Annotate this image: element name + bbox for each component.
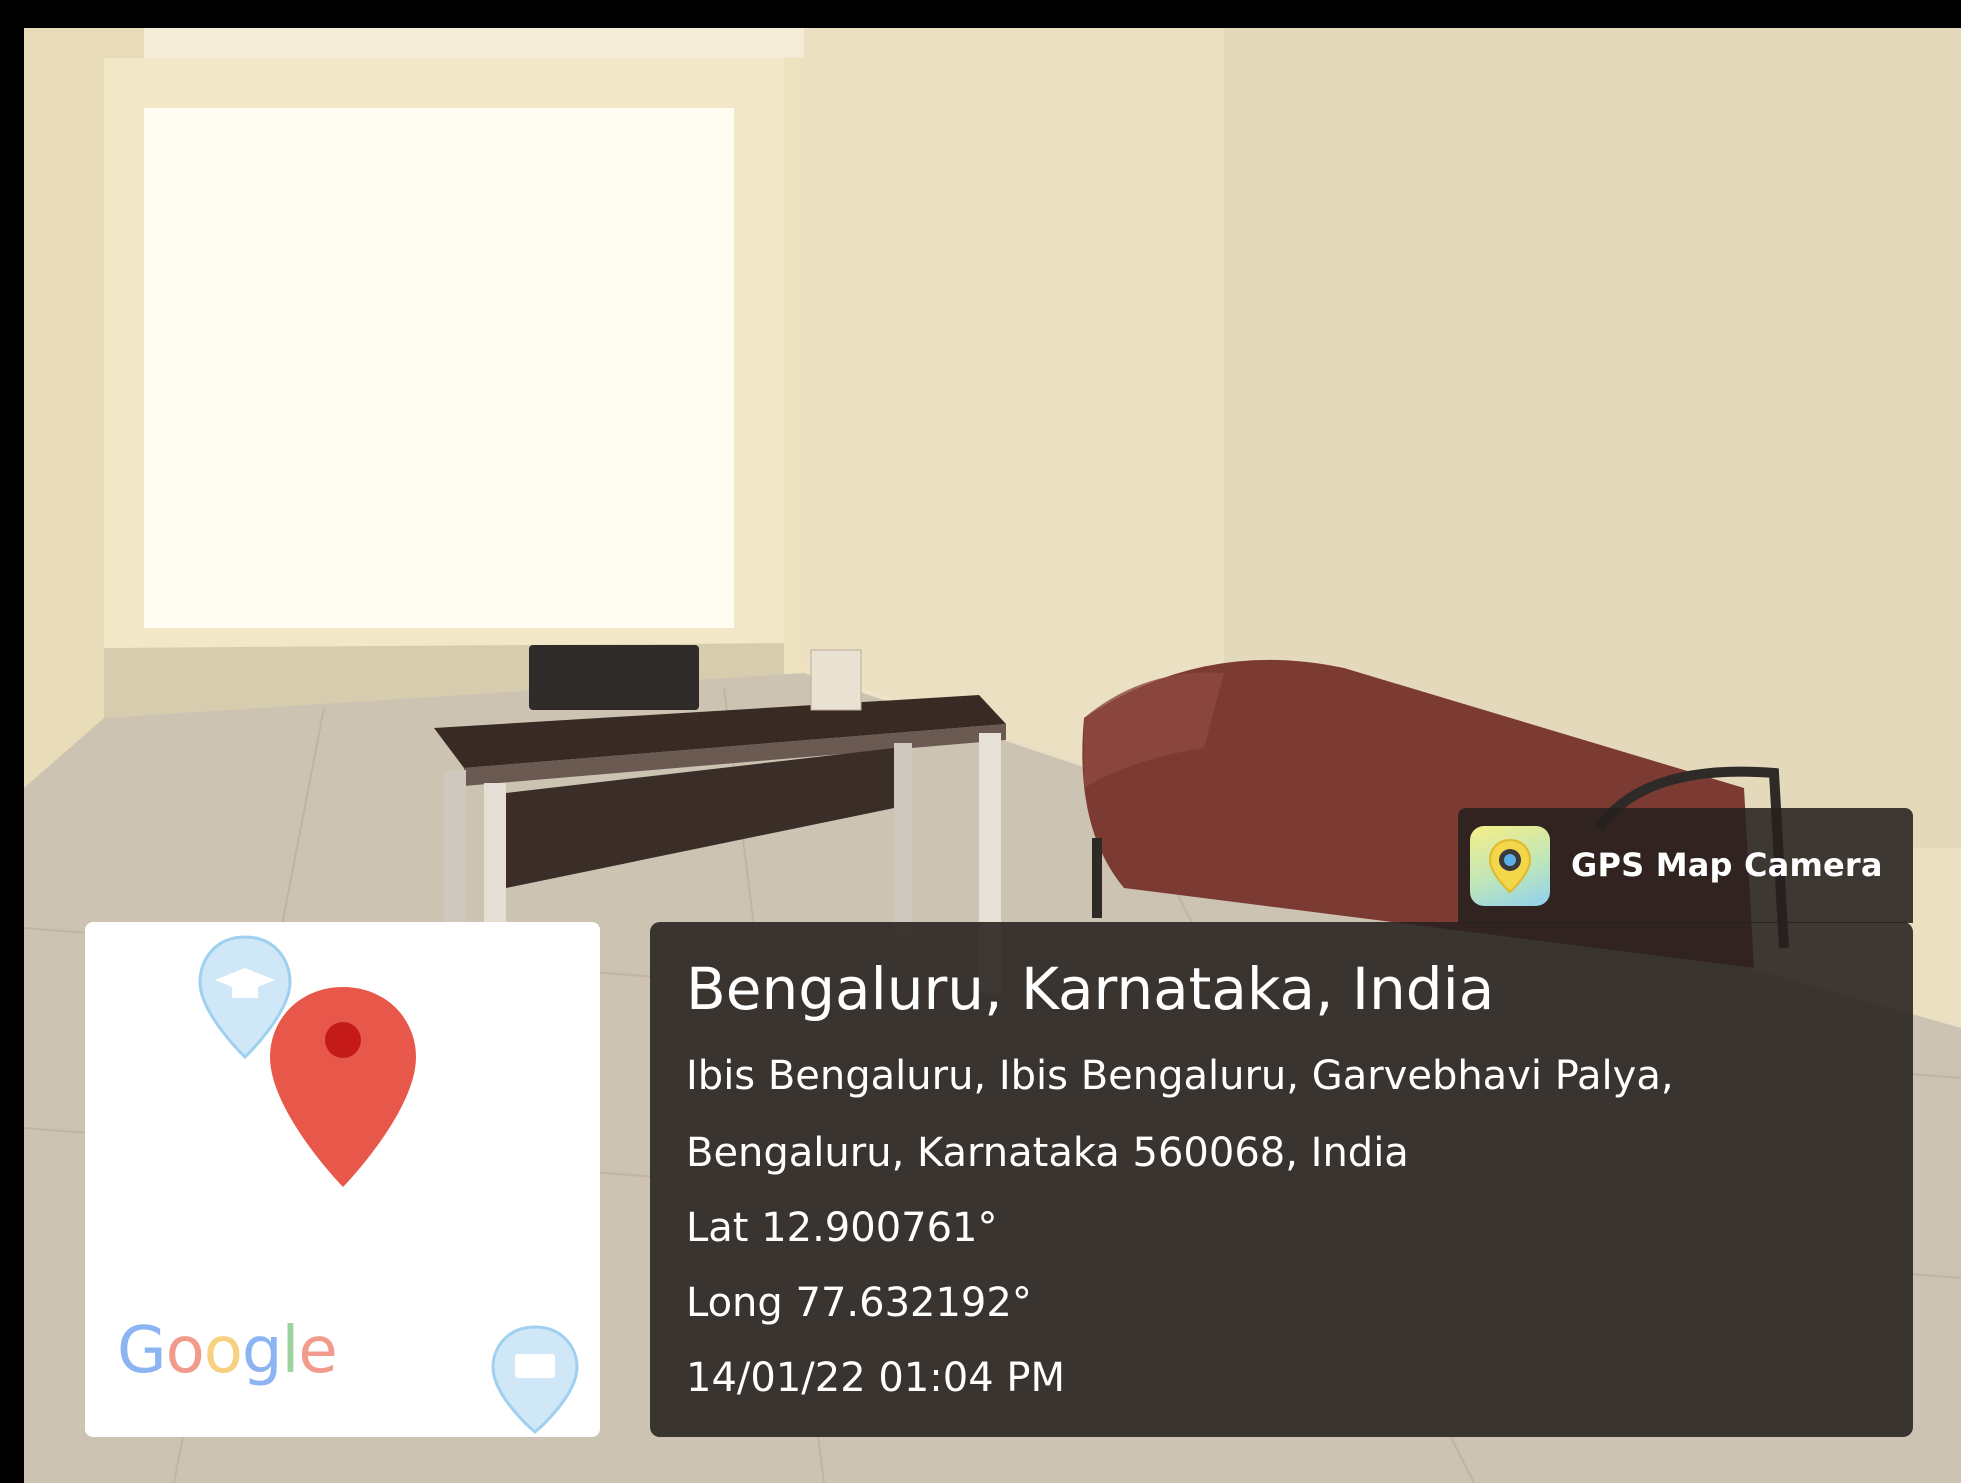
map-thumbnail: Google	[85, 922, 600, 1437]
google-logo-letter: l	[281, 1314, 300, 1388]
gps-app-name: GPS Map Camera	[1571, 846, 1883, 884]
address-line-1: Ibis Bengaluru, Ibis Bengaluru, Garvebha…	[686, 1053, 1674, 1099]
desk-leg	[894, 743, 912, 943]
desk-box	[810, 649, 862, 711]
google-logo: Google	[117, 1314, 338, 1388]
place-title: Bengaluru, Karnataka, India	[686, 955, 1495, 1023]
google-logo-letter: o	[165, 1314, 205, 1388]
google-logo-letter: G	[117, 1314, 167, 1388]
latitude-text: Lat 12.900761°	[686, 1205, 998, 1251]
google-logo-letter: e	[298, 1314, 337, 1388]
google-logo-letter: o	[203, 1314, 243, 1388]
longitude-text: Long 77.632192°	[686, 1280, 1032, 1326]
address-line-2: Bengaluru, Karnataka 560068, India	[686, 1130, 1409, 1176]
gps-map-camera-app-icon	[1470, 826, 1550, 906]
bright-window	[144, 108, 734, 628]
photo-frame: GPS Map Camera Bengaluru, Karnataka, Ind…	[0, 0, 1961, 1483]
bank-icon	[491, 1325, 579, 1434]
timestamp-text: 14/01/22 01:04 PM	[686, 1355, 1065, 1401]
map-marker-icon	[270, 987, 416, 1187]
chair-back	[529, 645, 699, 710]
google-logo-letter: g	[241, 1314, 283, 1388]
bed-leg	[1092, 838, 1102, 918]
